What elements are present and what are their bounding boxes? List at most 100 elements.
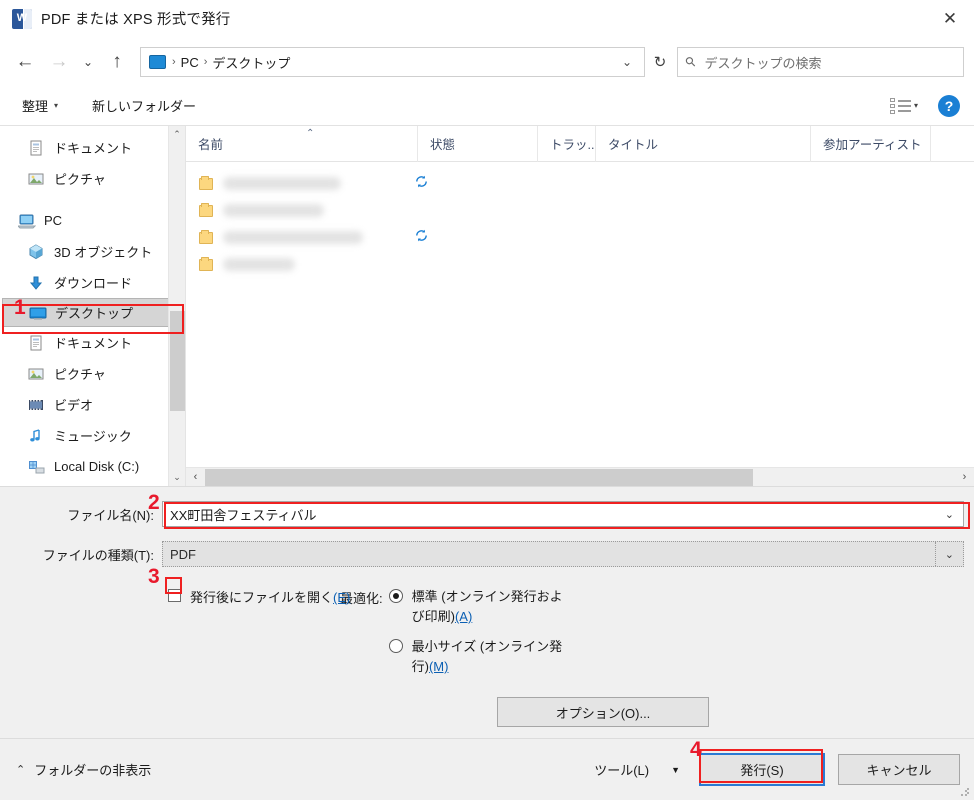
sidebar-item-label: ピクチャ (54, 172, 106, 187)
scroll-left-icon[interactable]: ‹ (186, 471, 205, 483)
hscroll-thumb[interactable] (205, 468, 753, 486)
sort-caret-icon: ⌃ (306, 127, 315, 139)
table-row[interactable] (186, 251, 974, 278)
column-header-4[interactable]: 参加アーティスト (811, 125, 931, 162)
radio-button[interactable] (388, 589, 403, 603)
table-row[interactable] (186, 170, 974, 197)
table-row[interactable] (186, 224, 974, 251)
sidebar-item-10[interactable]: Local Disk (C:) (0, 451, 185, 482)
pc-icon (16, 213, 37, 229)
chevron-down-icon[interactable]: ▾ (914, 101, 918, 110)
checkbox-box[interactable] (168, 589, 181, 602)
organize-button[interactable]: 整理 ▾ (22, 96, 58, 115)
sidebar-item-6[interactable]: ドキュメント (0, 327, 185, 358)
chevron-down-icon: ▾ (54, 101, 59, 110)
filename-input[interactable]: XX町田舎フェスティバル ⌄ (162, 501, 964, 527)
back-icon[interactable]: ← (8, 45, 42, 79)
options-button[interactable]: オプション(O)... (497, 697, 709, 727)
sidebar-scroll-thumb[interactable] (169, 311, 185, 411)
search-icon: ⚲ (681, 52, 700, 71)
refresh-icon[interactable]: ↻ (645, 47, 675, 77)
filetype-select[interactable]: PDF ⌄ (162, 541, 964, 567)
chevron-down-icon[interactable]: ⌄ (934, 542, 963, 566)
optimize-radio-1[interactable]: 最小サイズ (オンライン発 行)(M) (388, 637, 570, 677)
sidebar-item-label: ミュージック (54, 429, 132, 444)
sidebar-item-label: ドキュメント (54, 336, 133, 351)
forward-icon[interactable]: → (42, 45, 76, 79)
breadcrumb-separator: › (172, 56, 176, 68)
horizontal-scrollbar[interactable]: ‹ › (186, 467, 974, 486)
file-name-redacted (223, 231, 363, 244)
sidebar-scrollbar[interactable]: ⌃ ⌄ (168, 126, 185, 486)
optimize-radio-0[interactable]: 標準 (オンライン発行およ び印刷)(A) (388, 587, 570, 627)
file-name-redacted (223, 204, 324, 217)
document-icon (28, 140, 45, 156)
column-header-1[interactable]: 状態 (418, 125, 538, 162)
filetype-label: ファイルの種類(T): (42, 547, 154, 563)
sidebar-item-label: Local Disk (C:) (54, 459, 140, 474)
radio-label: 最小サイズ (オンライン発 行)(M) (411, 639, 563, 674)
column-header-2[interactable]: トラッ... (538, 125, 596, 162)
hide-folders-toggle[interactable]: ⌃ フォルダーの非表示 (16, 760, 151, 779)
picture-icon (28, 366, 45, 382)
navigation-pane: ドキュメント ピクチャ PC 3D オブジェクト ダウンロード デスクトップ ドキュメントピ… (0, 126, 185, 486)
resize-grip[interactable] (960, 787, 970, 797)
filename-label: ファイル名(N): (67, 507, 154, 523)
sidebar-item-1[interactable]: ピクチャ (0, 163, 185, 194)
chevron-down-icon[interactable]: ⌄ (936, 508, 963, 521)
folder-icon (199, 229, 213, 244)
column-header-label: 名前 (198, 138, 224, 152)
column-header-0[interactable]: 名前 ⌃ (186, 125, 418, 162)
hide-folders-label: フォルダーの非表示 (34, 763, 152, 778)
scroll-right-icon[interactable]: › (955, 471, 974, 483)
sidebar-item-7[interactable]: ピクチャ (0, 358, 185, 389)
breadcrumb-separator: › (203, 56, 208, 68)
table-row[interactable] (186, 197, 974, 224)
address-bar[interactable]: › PC › デスクトップ ⌄ (140, 47, 645, 77)
sidebar-item-8[interactable]: ビデオ (0, 389, 185, 420)
music-icon (28, 428, 45, 444)
filetype-row: ファイルの種類(T): PDF ⌄ (0, 541, 974, 567)
sidebar-item-9[interactable]: ミュージック (0, 420, 185, 451)
sidebar-item-0[interactable]: ドキュメント (0, 132, 185, 163)
3d-object-icon (28, 243, 45, 260)
hscroll-track[interactable] (205, 468, 955, 486)
up-icon[interactable]: ↑ (100, 45, 134, 79)
open-after-publish-label: 発行後にファイルを開く(E) (190, 590, 351, 605)
breadcrumb-pc[interactable]: PC (178, 55, 202, 70)
column-header-3[interactable]: タイトル (596, 125, 811, 162)
cancel-button[interactable]: キャンセル (838, 754, 960, 785)
publish-button[interactable]: 発行(S) (699, 753, 825, 786)
open-after-publish-checkbox[interactable]: 発行後にファイルを開く(E) (168, 587, 350, 606)
scroll-up-icon[interactable]: ⌃ (169, 126, 186, 143)
word-app-icon: W (12, 8, 32, 29)
recent-locations-icon[interactable]: ⌄ (76, 45, 100, 79)
view-layout-icon[interactable]: ▾ (889, 97, 918, 114)
help-icon[interactable]: ? (938, 94, 960, 117)
sidebar-item-label: デスクトップ (55, 306, 134, 321)
chevron-down-icon[interactable]: ⌄ (614, 55, 640, 69)
tools-button[interactable]: ツール(L) ▼ (594, 760, 680, 779)
scroll-down-icon[interactable]: ⌄ (169, 469, 186, 486)
sidebar-item-label: ダウンロード (54, 276, 133, 291)
tools-label: ツール(L) (594, 763, 650, 778)
sidebar-item-label: PC (44, 213, 63, 228)
navigation-bar: ← → ⌄ ↑ › PC › デスクトップ ⌄ ↻ ⚲ デスクトップの検索 (0, 38, 974, 86)
folder-icon (199, 202, 213, 217)
new-folder-button[interactable]: 新しいフォルダー (92, 96, 196, 115)
search-input[interactable]: ⚲ デスクトップの検索 (677, 47, 964, 77)
annotation-number-4: 4 (690, 738, 702, 761)
title-bar: W PDF または XPS 形式で発行 ✕ (0, 0, 974, 38)
sidebar-item-2[interactable]: PC (0, 205, 185, 236)
sync-icon (414, 174, 429, 193)
sidebar-item-3[interactable]: 3D オブジェクト (0, 236, 185, 267)
annotation-number-1: 1 (14, 296, 26, 319)
close-icon[interactable]: ✕ (926, 0, 974, 38)
column-header-label: トラッ... (550, 138, 596, 152)
breadcrumb-desktop[interactable]: デスクトップ (209, 53, 293, 72)
radio-button[interactable] (388, 639, 403, 653)
sidebar-item-4[interactable]: ダウンロード (0, 267, 185, 298)
sidebar-scroll-track[interactable] (169, 143, 186, 469)
sidebar-item-5[interactable]: デスクトップ (2, 298, 183, 327)
dialog-action-bar: ⌃ フォルダーの非表示 ツール(L) ▼ 発行(S) キャンセル (0, 738, 974, 800)
